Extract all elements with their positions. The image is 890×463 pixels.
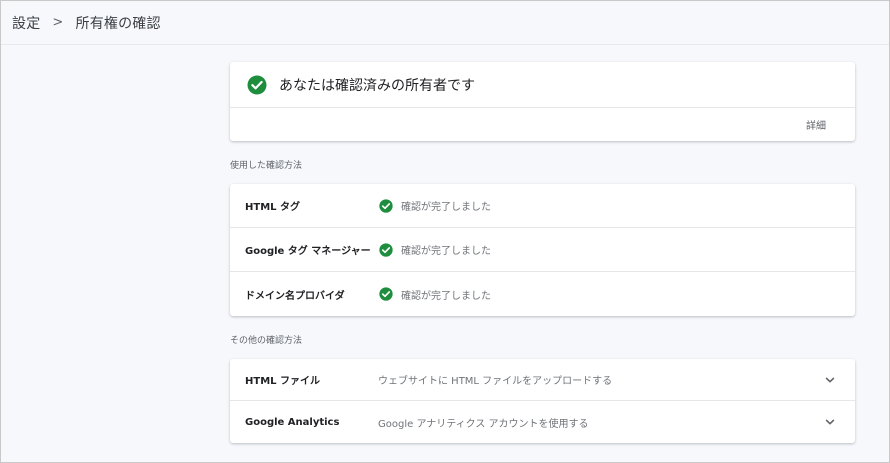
- method-status: 確認が完了しました: [401, 246, 491, 257]
- verified-owner-card: あなたは確認済みの所有者です 詳細: [230, 62, 855, 141]
- chevron-down-icon[interactable]: [823, 415, 837, 429]
- method-name: ドメイン名プロバイダ: [245, 290, 345, 302]
- method-name: Google タグ マネージャー: [245, 246, 371, 257]
- method-row: HTML タグ 確認が完了しました: [230, 184, 855, 228]
- alt-method-description: ウェブサイトに HTML ファイルをアップロードする: [378, 376, 613, 387]
- method-row: Google タグ マネージャー 確認が完了しました: [230, 228, 855, 272]
- other-methods-label: その他の確認方法: [230, 336, 303, 346]
- used-methods-label: 使用した確認方法: [230, 161, 303, 171]
- main-content: あなたは確認済みの所有者です 詳細 使用した確認方法 HTML タグ 確認が完了…: [230, 62, 855, 443]
- method-row: ドメイン名プロバイダ 確認が完了しました: [230, 272, 855, 316]
- breadcrumb: 設定 > 所有権の確認: [1, 1, 889, 45]
- html-file-method-row[interactable]: HTML ファイル ウェブサイトに HTML ファイルをアップロードする: [230, 359, 855, 401]
- verified-owner-header: あなたは確認済みの所有者です: [230, 62, 855, 108]
- window-frame: 設定 > 所有権の確認 あなたは確認済みの所有者です 詳細 使用した確認方法 H…: [0, 0, 890, 463]
- verified-owner-title: あなたは確認済みの所有者です: [279, 77, 475, 94]
- breadcrumb-settings[interactable]: 設定: [12, 13, 40, 33]
- method-name: HTML タグ: [245, 202, 300, 213]
- alt-method-description: Google アナリティクス アカウントを使用する: [378, 418, 589, 430]
- page-title: 所有権の確認: [75, 15, 161, 32]
- check-circle-icon: [379, 198, 393, 213]
- google-analytics-method-row[interactable]: Google Analytics Google アナリティクス アカウントを使用…: [230, 401, 855, 443]
- method-status: 確認が完了しました: [401, 290, 491, 302]
- details-link[interactable]: 詳細: [806, 117, 826, 132]
- check-circle-icon: [247, 75, 267, 94]
- check-circle-icon: [379, 287, 393, 301]
- chevron-down-icon[interactable]: [823, 373, 837, 387]
- other-methods-card: HTML ファイル ウェブサイトに HTML ファイルをアップロードする Goo…: [230, 359, 855, 443]
- alt-method-name: Google Analytics: [245, 416, 340, 428]
- check-circle-icon: [379, 242, 393, 257]
- breadcrumb-separator: >: [52, 15, 64, 30]
- method-status: 確認が完了しました: [401, 202, 491, 213]
- verified-owner-footer: 詳細: [230, 108, 855, 141]
- used-methods-card: HTML タグ 確認が完了しました Google タグ マネージャー 確認が完了…: [230, 184, 855, 316]
- alt-method-name: HTML ファイル: [245, 376, 320, 387]
